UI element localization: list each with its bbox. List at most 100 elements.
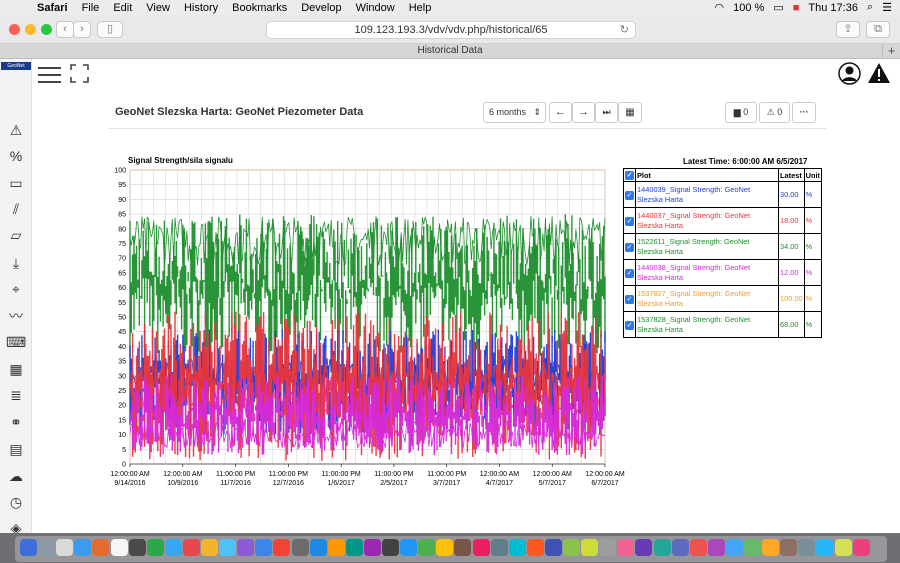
comments-button[interactable]: ▆ 0 — [725, 102, 757, 123]
alert-triangle-icon[interactable] — [867, 62, 891, 84]
dock-app-icon[interactable] — [182, 539, 200, 556]
dock-app-icon[interactable] — [852, 539, 870, 556]
legend-plot-name[interactable]: 1440039_Signal Strength: GeoNet Slezska … — [634, 181, 780, 208]
legend-plot-name[interactable]: 1537827_Signal Strength: GeoNet Slezska … — [634, 285, 780, 312]
legend-checkbox[interactable]: ✓ — [623, 311, 636, 338]
dock-app-icon[interactable] — [436, 539, 454, 556]
dock-app-icon[interactable] — [418, 539, 436, 556]
dock-app-icon[interactable] — [219, 539, 237, 556]
dock-app-icon[interactable] — [508, 539, 526, 556]
map-pin-icon[interactable]: ⌖ — [6, 280, 26, 298]
dock-app-icon[interactable] — [74, 539, 92, 556]
hamburger-menu-icon[interactable] — [38, 65, 61, 83]
fullscreen-icon[interactable] — [70, 64, 89, 83]
dock-app-icon[interactable] — [653, 539, 671, 556]
checkbox-checked-icon[interactable]: ✓ — [625, 268, 634, 278]
next-period-button[interactable]: → — [572, 102, 595, 123]
dock-app-icon[interactable] — [56, 539, 74, 556]
legend-row[interactable]: ✓ 1537827_Signal Strength: GeoNet Slezska… — [623, 285, 823, 312]
back-button[interactable]: ‹ — [56, 21, 74, 38]
legend-checkbox[interactable]: ✓ — [623, 207, 636, 234]
battery-label[interactable]: 100 % — [733, 2, 764, 14]
checkbox-checked-icon[interactable]: ✓ — [625, 171, 634, 180]
jump-latest-button[interactable]: ⏭ — [595, 102, 618, 123]
dock-app-icon[interactable] — [146, 539, 164, 556]
dock-app-icon[interactable] — [92, 539, 110, 556]
calendar-icon[interactable]: ▦ — [6, 360, 26, 378]
new-tab-button[interactable]: + — [882, 44, 900, 59]
trend-icon[interactable]: 〰 — [6, 307, 26, 325]
legend-checkbox[interactable]: ✓ — [623, 233, 636, 260]
legend-plot-name[interactable]: 1440038_Signal Strength: GeoNet Slezska … — [634, 259, 780, 286]
monitor-icon[interactable]: ▭ — [6, 174, 26, 192]
dock-app-icon[interactable] — [816, 539, 834, 556]
legend-plot-name[interactable]: 1522611_Signal Strength: GeoNet Slezska … — [634, 233, 780, 260]
dock-app-icon[interactable] — [20, 539, 37, 556]
prev-period-button[interactable]: ← — [549, 102, 572, 123]
checkbox-checked-icon[interactable]: ✓ — [625, 190, 634, 200]
dock-app-icon[interactable] — [309, 539, 327, 556]
dock-app-icon[interactable] — [400, 539, 418, 556]
dock-app-icon[interactable] — [345, 539, 363, 556]
keyboard-icon[interactable]: ⌨ — [6, 333, 26, 351]
tabs-overview-button[interactable]: ⧉ — [866, 21, 890, 38]
menu-view[interactable]: View — [146, 2, 170, 14]
legend-row[interactable]: ✓ 1440039_Signal Strength: GeoNet Slezska… — [623, 181, 823, 208]
chart-lines-icon[interactable]: ⫽ — [6, 200, 26, 218]
dock-app-icon[interactable] — [201, 539, 218, 556]
download-icon[interactable]: ⤓ — [6, 254, 26, 272]
dock-app-icon[interactable] — [581, 539, 599, 556]
dock-app-icon[interactable] — [544, 539, 562, 556]
legend-plot-name[interactable]: 1440037_Signal Strength: GeoNet Slezska … — [634, 207, 780, 234]
dock-app-icon[interactable] — [255, 539, 273, 556]
dock-app-icon[interactable] — [382, 539, 399, 556]
dock-app-icon[interactable] — [490, 539, 508, 556]
dock-app-icon[interactable] — [762, 539, 780, 556]
cloud-download-icon[interactable]: ☁ — [6, 467, 26, 485]
dock-app-icon[interactable] — [617, 539, 635, 556]
dock-app-icon[interactable] — [273, 539, 291, 556]
dock-app-icon[interactable] — [563, 539, 580, 556]
dock-app-icon[interactable] — [780, 539, 798, 556]
menu-file[interactable]: File — [82, 2, 100, 14]
battery-icon[interactable]: ▭ — [773, 1, 783, 14]
dock-app-icon[interactable] — [744, 539, 761, 556]
share-button[interactable]: ⇪ — [836, 21, 860, 38]
dock-app-icon[interactable] — [725, 539, 743, 556]
time-range-select[interactable]: 6 months ⇕ — [483, 102, 546, 123]
dock-app-icon[interactable] — [689, 539, 707, 556]
signal-strength-chart[interactable]: 0 5 10 15 20 25 30 35 40 45 50 55 60 65 70 75 80 85 90 95 10… — [100, 163, 630, 495]
dock-app-icon[interactable] — [327, 539, 345, 556]
menu-develop[interactable]: Develop — [301, 2, 341, 14]
legend-checkbox[interactable]: ✓ — [623, 181, 636, 208]
menu-bookmarks[interactable]: Bookmarks — [232, 2, 287, 14]
percent-icon[interactable]: % — [6, 147, 26, 165]
close-window-button[interactable] — [9, 24, 20, 35]
geonet-logo[interactable]: GeoNet — [1, 62, 31, 70]
dock-app-icon[interactable] — [110, 539, 128, 556]
dock-app-icon[interactable] — [38, 539, 56, 556]
legend-row[interactable]: ✓ 1522611_Signal Strength: GeoNet Slezska… — [623, 233, 823, 260]
dock-app-icon[interactable] — [834, 539, 852, 556]
warning-icon[interactable]: ⚠ — [6, 121, 26, 139]
checkbox-checked-icon[interactable]: ✓ — [625, 294, 634, 304]
search-icon[interactable]: ⌕ — [867, 1, 873, 14]
dock-app-icon[interactable] — [635, 539, 653, 556]
minimize-window-button[interactable] — [25, 24, 36, 35]
dock-app-icon[interactable] — [671, 539, 689, 556]
dock-app-icon[interactable] — [798, 539, 816, 556]
dock-app-icon[interactable] — [237, 539, 255, 556]
dock-app-icon[interactable] — [291, 539, 309, 556]
address-bar[interactable]: 109.123.193.3/vdv/vdv.php/historical/65 … — [266, 21, 636, 39]
menu-window[interactable]: Window — [356, 2, 395, 14]
zoom-window-button[interactable] — [41, 24, 52, 35]
dock-app-icon[interactable] — [599, 539, 617, 556]
menu-edit[interactable]: Edit — [113, 2, 132, 14]
more-options-button[interactable]: ··· — [792, 102, 816, 123]
legend-checkbox[interactable]: ✓ — [623, 259, 636, 286]
clock[interactable]: Thu 17:36 — [808, 2, 858, 14]
legend-row[interactable]: ✓ 1440037_Signal Strength: GeoNet Slezska… — [623, 207, 823, 234]
menu-help[interactable]: Help — [409, 2, 432, 14]
checkbox-checked-icon[interactable]: ✓ — [625, 242, 634, 252]
menu-app[interactable]: Safari — [37, 2, 68, 14]
